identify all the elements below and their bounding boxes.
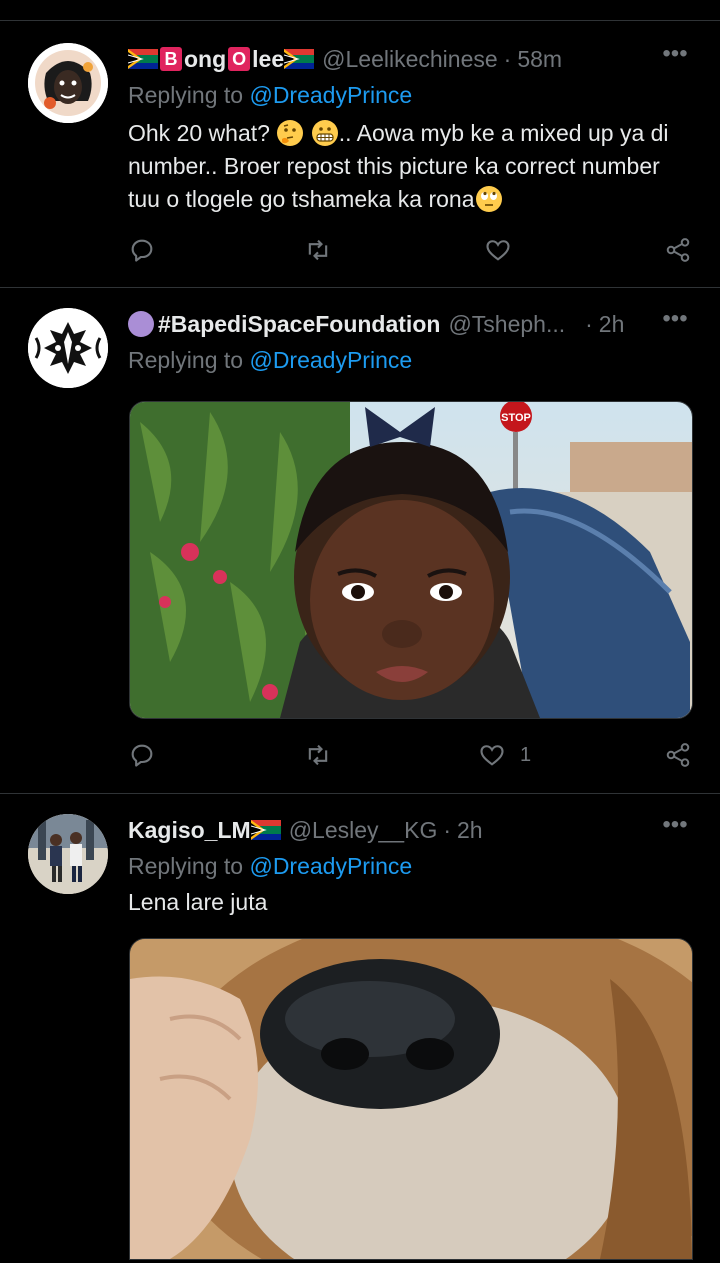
tweet-actions (128, 235, 692, 265)
purple-circle-icon (128, 311, 154, 337)
name-letter-box: O (228, 47, 251, 71)
replying-prefix: Replying to (128, 82, 244, 108)
like-button[interactable]: 1 (478, 740, 531, 770)
display-name[interactable]: Kagiso_LM (128, 817, 281, 844)
reply-icon (131, 239, 153, 262)
heart-icon (480, 745, 504, 766)
name-text: ong (184, 45, 227, 72)
tweet-text-part: Ohk 20 what? (128, 120, 270, 146)
thinking-face-icon (276, 119, 304, 147)
tweet-header: Kagiso_LM @Lesley__KG · 2h (128, 814, 630, 846)
user-handle[interactable]: @Tsheph... (448, 311, 565, 338)
user-handle[interactable]: @Leelikechinese (322, 46, 498, 73)
name-text: lee (252, 45, 285, 72)
separator-dot: · (585, 310, 593, 337)
retweet-icon (308, 239, 328, 261)
tweet-1[interactable]: B ong O lee @Leelikechinese · 58m ••• Re… (0, 20, 720, 288)
name-letter-box: B (160, 47, 182, 71)
share-button[interactable] (664, 235, 692, 265)
separator-dot: · (443, 816, 452, 843)
display-name[interactable]: B ong O lee (128, 45, 315, 73)
like-count: 1 (520, 743, 532, 766)
reply-button[interactable] (128, 740, 156, 770)
tweet-header: #BapediSpaceFoundation @Tsheph... · 2h (128, 308, 630, 340)
timestamp[interactable]: 2h (599, 311, 625, 338)
tweet-photo[interactable] (129, 938, 693, 1260)
grimacing-face-icon (311, 119, 339, 147)
reply-icon (131, 744, 153, 767)
name-text: #BapediSpaceFoundation (158, 310, 441, 337)
avatar[interactable] (28, 308, 108, 388)
retweet-button[interactable] (304, 235, 332, 265)
like-button[interactable] (484, 235, 526, 265)
avatar[interactable] (28, 814, 108, 894)
eye-roll-face-icon (475, 185, 503, 213)
south-africa-flag-icon (250, 820, 281, 840)
timestamp[interactable]: 2h (457, 817, 483, 844)
south-africa-flag-icon (284, 49, 315, 69)
tweet-2[interactable]: #BapediSpaceFoundation @Tsheph... · 2h •… (0, 288, 720, 794)
tweet-actions: 1 (128, 740, 692, 770)
more-icon[interactable]: ••• (660, 813, 690, 846)
replying-prefix: Replying to (128, 853, 244, 879)
name-text: Kagiso_LM (128, 816, 251, 843)
user-handle[interactable]: @Lesley__KG (289, 817, 438, 844)
replying-to: Replying to @DreadyPrince (128, 344, 412, 376)
mention-link[interactable]: @DreadyPrince (249, 347, 412, 373)
south-africa-flag-icon (128, 49, 158, 69)
heart-icon (486, 240, 510, 261)
reply-button[interactable] (128, 235, 156, 265)
tweet-header: B ong O lee @Leelikechinese · 58m (128, 43, 630, 75)
replying-prefix: Replying to (128, 347, 244, 373)
avatar[interactable] (28, 43, 108, 123)
replying-to: Replying to @DreadyPrince (128, 79, 412, 111)
replying-to: Replying to @DreadyPrince (128, 850, 412, 882)
share-icon (666, 238, 690, 262)
timestamp[interactable]: 58m (517, 46, 562, 73)
stop-sign-text: STOP (501, 412, 531, 424)
more-icon[interactable]: ••• (660, 42, 690, 75)
mention-link[interactable]: @DreadyPrince (249, 853, 412, 879)
tweet-text: Lena lare juta (128, 889, 268, 915)
mention-link[interactable]: @DreadyPrince (249, 82, 412, 108)
tweet-photo[interactable]: STOP (129, 401, 693, 719)
tweet-text: Ohk 20 what? .. Aowa myb ke a mixed up y… (128, 117, 680, 216)
retweet-button[interactable] (304, 740, 332, 770)
separator-dot: · (503, 45, 512, 72)
more-icon[interactable]: ••• (660, 307, 690, 340)
share-icon (666, 743, 690, 767)
share-button[interactable] (664, 740, 692, 770)
tweet-3[interactable]: Kagiso_LM @Lesley__KG · 2h ••• Replying … (0, 794, 720, 1260)
display-name[interactable]: #BapediSpaceFoundation (128, 311, 440, 338)
retweet-icon (308, 744, 328, 766)
